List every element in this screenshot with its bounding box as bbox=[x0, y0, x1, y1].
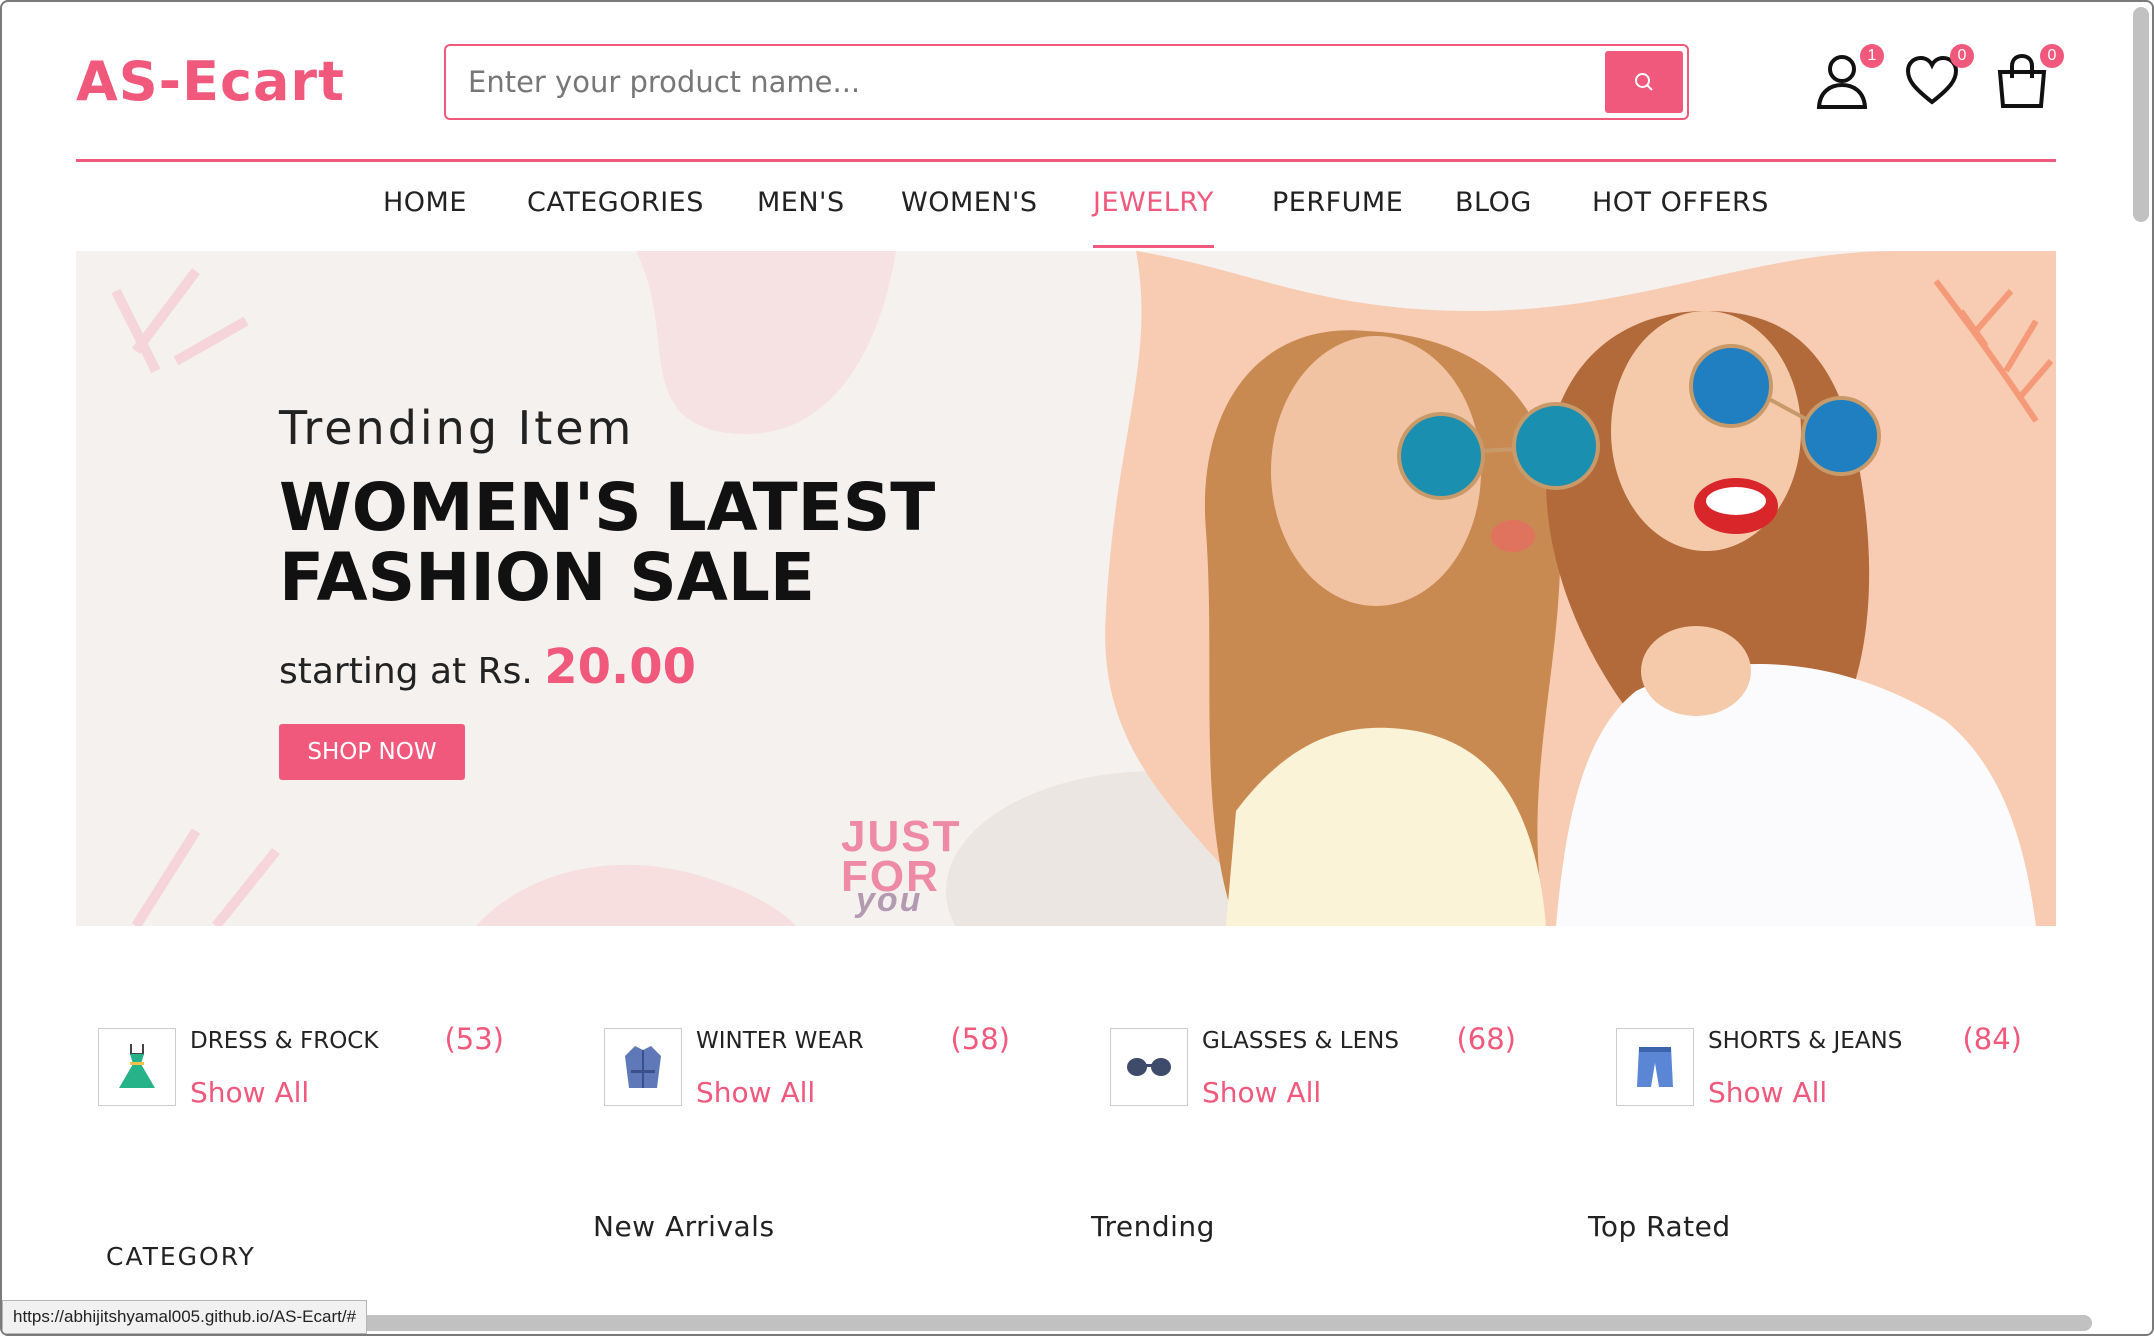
category-card-glasses: GLASSES & LENS (68) Show All bbox=[1088, 1022, 1558, 1112]
hero-subtitle: Trending Item bbox=[279, 401, 635, 455]
show-all-link[interactable]: Show All bbox=[190, 1076, 309, 1109]
shop-now-button[interactable]: SHOP NOW bbox=[279, 724, 465, 780]
category-count: (58) bbox=[950, 1022, 1010, 1056]
account-badge: 1 bbox=[1860, 44, 1884, 68]
nav-jewelry[interactable]: JEWELRY bbox=[1093, 187, 1214, 248]
wishlist-button[interactable]: 0 bbox=[1904, 44, 1974, 110]
search-icon bbox=[1635, 73, 1653, 91]
hero-title: WOMEN'S LATEST FASHION SALE bbox=[279, 469, 936, 616]
category-count: (84) bbox=[1962, 1022, 2022, 1056]
nav-mens[interactable]: MEN'S bbox=[757, 187, 845, 218]
nav-perfume[interactable]: PERFUME bbox=[1272, 187, 1403, 218]
nav-hot-offers[interactable]: HOT OFFERS bbox=[1592, 187, 1769, 218]
trending-heading: Trending bbox=[1091, 1210, 1215, 1243]
hero-price-value: 20.00 bbox=[544, 639, 697, 695]
nav-home[interactable]: HOME bbox=[383, 187, 467, 218]
category-thumb bbox=[604, 1028, 682, 1106]
new-arrivals-heading: New Arrivals bbox=[593, 1210, 775, 1243]
vertical-scroll-thumb[interactable] bbox=[2133, 7, 2149, 222]
nav-blog[interactable]: BLOG bbox=[1455, 187, 1532, 218]
category-card-shorts: SHORTS & JEANS (84) Show All bbox=[1594, 1022, 2064, 1112]
category-count: (53) bbox=[444, 1022, 504, 1056]
main-nav: HOME CATEGORIES MEN'S WOMEN'S JEWELRY PE… bbox=[2, 187, 2152, 251]
badge-line-just: JUST bbox=[841, 812, 962, 861]
hero-banner: Trending Item WOMEN'S LATEST FASHION SAL… bbox=[76, 251, 2056, 926]
category-card-winter: WINTER WEAR (58) Show All bbox=[582, 1022, 1052, 1112]
search-button[interactable] bbox=[1605, 51, 1683, 113]
search-input[interactable] bbox=[468, 62, 1598, 102]
vertical-scrollbar[interactable] bbox=[2128, 2, 2152, 1334]
search-bar bbox=[444, 44, 1689, 120]
cart-button[interactable]: 0 bbox=[1994, 44, 2064, 110]
category-card-dress: DRESS & FROCK (53) Show All bbox=[76, 1022, 546, 1112]
shorts-icon bbox=[1637, 1047, 1673, 1087]
browser-window: AS-Ecart 1 0 0 HOME CATEGORIES MEN'S WOM… bbox=[0, 0, 2154, 1336]
category-name: DRESS & FROCK bbox=[190, 1028, 379, 1054]
category-name: GLASSES & LENS bbox=[1202, 1028, 1399, 1054]
hero-price-line: starting at Rs. 20.00 bbox=[279, 639, 696, 695]
category-thumb bbox=[98, 1028, 176, 1106]
sidebar-category-heading: CATEGORY bbox=[106, 1242, 256, 1271]
header-divider bbox=[76, 159, 2056, 162]
show-all-link[interactable]: Show All bbox=[696, 1076, 815, 1109]
top-rated-heading: Top Rated bbox=[1588, 1210, 1731, 1243]
category-name: WINTER WEAR bbox=[696, 1028, 864, 1054]
just-for-you-badge: JUST FOR you bbox=[841, 812, 962, 920]
dress-icon bbox=[119, 1044, 155, 1088]
category-name: SHORTS & JEANS bbox=[1708, 1028, 1903, 1054]
wishlist-badge: 0 bbox=[1950, 44, 1974, 68]
site-logo[interactable]: AS-Ecart bbox=[76, 50, 345, 113]
hero-price-prefix: starting at Rs. bbox=[279, 651, 533, 692]
category-thumb bbox=[1616, 1028, 1694, 1106]
account-button[interactable]: 1 bbox=[1814, 44, 1884, 110]
category-thumb bbox=[1110, 1028, 1188, 1106]
nav-categories[interactable]: CATEGORIES bbox=[527, 187, 704, 218]
nav-womens[interactable]: WOMEN'S bbox=[901, 187, 1038, 218]
link-status-bar: https://abhijitshyamal005.github.io/AS-E… bbox=[2, 1300, 368, 1334]
show-all-link[interactable]: Show All bbox=[1202, 1076, 1321, 1109]
show-all-link[interactable]: Show All bbox=[1708, 1076, 1827, 1109]
glasses-icon bbox=[1127, 1058, 1171, 1076]
category-count: (68) bbox=[1456, 1022, 1516, 1056]
coat-icon bbox=[625, 1046, 661, 1088]
badge-line-you: you bbox=[856, 881, 923, 919]
cart-badge: 0 bbox=[2040, 44, 2064, 68]
